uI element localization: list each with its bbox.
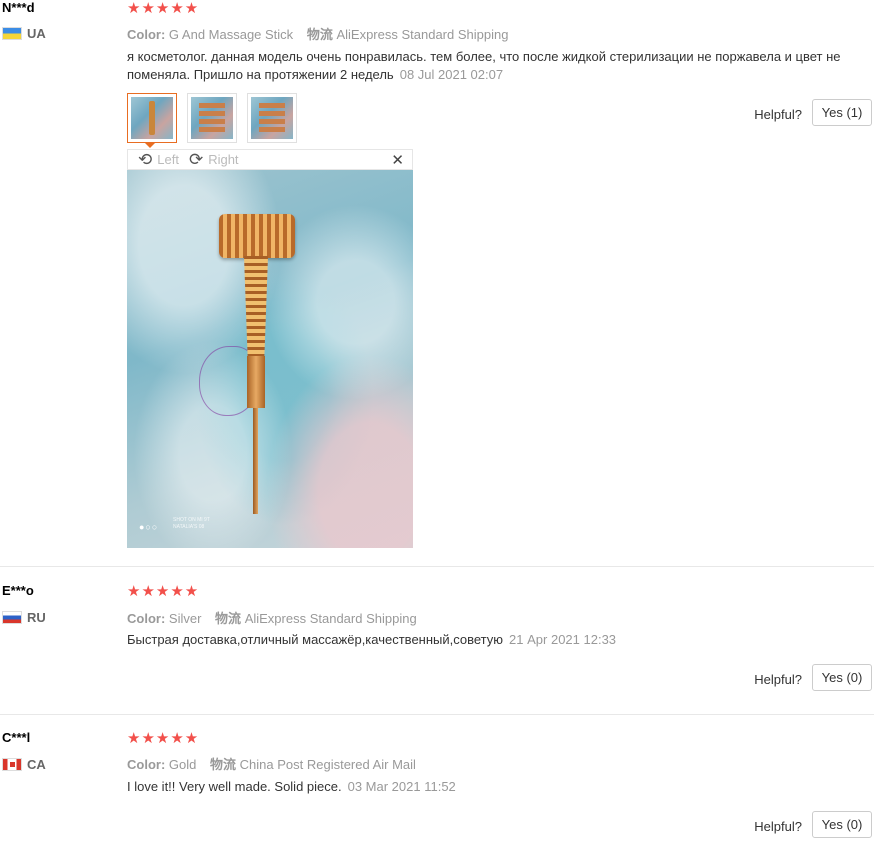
reviewer-name: E***o: [2, 583, 34, 598]
reviewer-country: CA: [2, 757, 46, 772]
review-item: N***d UA ★★★★★ Color: G And Massage Stic…: [0, 0, 874, 566]
review-photo-large: ●○○ SHOT ON MI 9T NATALIA'S 08: [127, 170, 413, 548]
photo-thumbnail[interactable]: [247, 93, 297, 143]
massage-stick-pin: [253, 408, 258, 514]
review-date: 21 Apr 2021 12:33: [509, 632, 617, 647]
helpful-yes-button[interactable]: Yes (0): [812, 811, 872, 838]
star-rating: ★★★★★: [127, 0, 200, 17]
canada-flag-icon: [2, 758, 22, 771]
rotate-right-label: Right: [208, 152, 239, 167]
review-date: 03 Mar 2021 11:52: [347, 779, 456, 794]
rotate-right-icon: ⟳: [188, 150, 204, 169]
photo-thumbnail[interactable]: [187, 93, 237, 143]
helpful-label: Helpful?: [754, 672, 802, 687]
helpful-label: Helpful?: [754, 107, 802, 122]
country-code: CA: [27, 757, 46, 772]
color-value: G And Massage Stick: [168, 27, 294, 42]
review-text: я косметолог. данная модель очень понрав…: [127, 48, 847, 84]
photo-viewer-toolbar: ⟲ Left ⟳ Right ✕: [127, 149, 413, 170]
shipping-label: 物流: [210, 757, 237, 772]
camera-dots: ●○○: [139, 522, 159, 532]
shipping-value: AliExpress Standard Shipping: [336, 27, 509, 42]
color-value: Gold: [168, 757, 197, 772]
review-item: C***l CA ★★★★★ Color: Gold 物流 China Post…: [0, 714, 874, 841]
star-rating: ★★★★★: [127, 730, 200, 747]
photo-viewer: ⟲ Left ⟳ Right ✕ ●○○ SHOT ON MI 9T NATAL…: [127, 149, 413, 548]
photo-image: [191, 97, 233, 139]
massage-stick-spiral: [244, 256, 268, 356]
review-body: I love it!! Very well made. Solid piece.: [127, 779, 342, 794]
review-date: 08 Jul 2021 02:07: [399, 67, 504, 82]
shipping-value: China Post Registered Air Mail: [239, 757, 416, 772]
color-label: Color:: [127, 757, 166, 772]
photo-image: [251, 97, 293, 139]
review-meta: Color: G And Massage Stick 物流 AliExpress…: [127, 24, 518, 43]
color-value: Silver: [168, 611, 202, 626]
watermark-line: SHOT ON MI 9T: [173, 517, 210, 523]
rotate-right-button[interactable]: ⟳ Right: [189, 151, 239, 168]
review-text: Быстрая доставка,отличный массажёр,качес…: [127, 631, 847, 649]
russia-flag-icon: [2, 611, 22, 624]
country-code: UA: [27, 26, 46, 41]
color-label: Color:: [127, 27, 166, 42]
shipping-value: AliExpress Standard Shipping: [244, 611, 417, 626]
shipping-label: 物流: [306, 27, 333, 42]
review-photo-thumbnails: [127, 93, 297, 143]
close-icon[interactable]: ✕: [391, 151, 404, 169]
helpful-yes-button[interactable]: Yes (0): [812, 664, 872, 691]
review-item: E***o RU ★★★★★ Color: Silver 物流 AliExpre…: [0, 566, 874, 714]
rotate-left-icon: ⟲: [138, 150, 153, 169]
reviewer-country: UA: [2, 26, 46, 41]
star-rating: ★★★★★: [127, 583, 200, 600]
photo-image: [131, 97, 173, 139]
massage-stick-shaft: [247, 356, 265, 408]
shipping-label: 物流: [215, 611, 242, 626]
review-meta: Color: Silver 物流 AliExpress Standard Shi…: [127, 608, 427, 627]
helpful-label: Helpful?: [754, 819, 802, 834]
active-thumb-caret: [144, 142, 156, 148]
helpful-yes-button[interactable]: Yes (1): [812, 99, 872, 126]
review-body: Быстрая доставка,отличный массажёр,качес…: [127, 632, 504, 647]
reviewer-name: N***d: [2, 0, 35, 15]
rotate-left-label: Left: [157, 152, 179, 167]
ukraine-flag-icon: [2, 27, 22, 40]
review-meta: Color: Gold 物流 China Post Registered Air…: [127, 754, 426, 773]
review-text: I love it!! Very well made. Solid piece.…: [127, 778, 847, 796]
rotate-left-button[interactable]: ⟲ Left: [138, 151, 179, 168]
reviewer-name: C***l: [2, 730, 31, 745]
color-label: Color:: [127, 611, 166, 626]
massage-roller-head: [219, 214, 295, 258]
photo-watermark: SHOT ON MI 9T NATALIA'S 08: [173, 517, 210, 531]
watermark-line: NATALIA'S 08: [173, 524, 205, 530]
country-code: RU: [27, 610, 46, 625]
photo-thumbnail[interactable]: [127, 93, 177, 143]
reviewer-country: RU: [2, 610, 46, 625]
